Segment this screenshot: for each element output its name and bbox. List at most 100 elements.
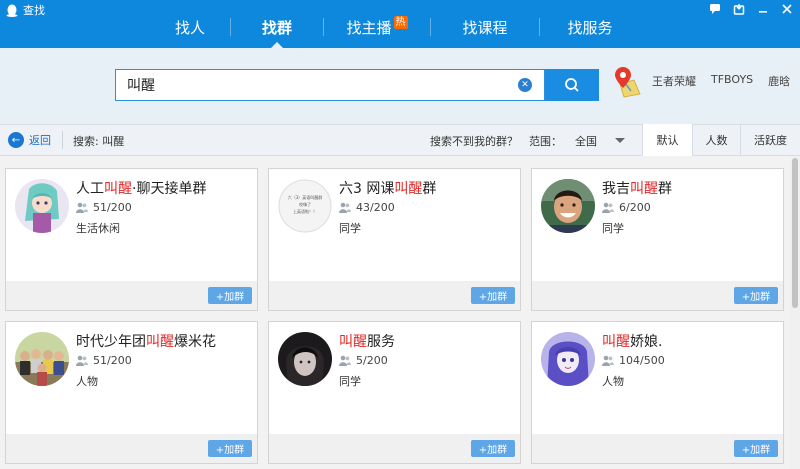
minimize-icon[interactable] [756, 2, 770, 16]
search-icon [565, 78, 579, 92]
tab-find-streamers[interactable]: 找主播 热 [324, 10, 430, 44]
avatar-text: 哎嗨了 [299, 201, 311, 207]
tab-label: 找人 [174, 18, 205, 37]
group-name[interactable]: 时代少年团叫醒爆米花 [76, 331, 216, 351]
range-select[interactable]: 全国 [575, 133, 597, 149]
join-group-button[interactable]: +加群 [471, 440, 515, 457]
sort-tab-activity[interactable]: 活跃度 [740, 124, 800, 156]
qq-penguin-icon [6, 4, 18, 17]
members-icon [76, 355, 88, 366]
group-card[interactable]: 人工叫醒·聊天接单群 51/200 生活休闲 +加群 [5, 168, 258, 311]
join-group-button[interactable]: +加群 [208, 287, 252, 304]
tab-find-courses[interactable]: 找课程 [431, 10, 539, 44]
name-text: 群 [422, 181, 437, 197]
window-controls [708, 2, 794, 16]
group-tag: 同学 [339, 375, 361, 388]
name-text: 服务 [367, 334, 395, 350]
sort-tab-members[interactable]: 人数 [692, 124, 740, 156]
comment-icon[interactable] [708, 2, 722, 16]
hot-badge: 热 [393, 15, 408, 29]
caret-down-icon[interactable] [615, 138, 625, 143]
tab-find-services[interactable]: 找服务 [540, 10, 640, 44]
group-avatar [541, 332, 595, 386]
location-map-icon[interactable] [613, 66, 641, 98]
member-count: 5/200 [339, 354, 388, 367]
results-grid: 人工叫醒·聊天接单群 51/200 生活休闲 +加群 六（3）英语叫醒群 哎嗨了… [0, 156, 800, 469]
member-count: 104/500 [602, 354, 665, 367]
join-group-button[interactable]: +加群 [208, 440, 252, 457]
join-group-button[interactable]: +加群 [734, 440, 778, 457]
hot-word-link[interactable]: 鹿晗 [768, 73, 790, 89]
tab-find-groups[interactable]: 找群 [231, 10, 323, 48]
member-count-text: 43/200 [356, 201, 395, 214]
group-tag: 生活休闲 [76, 222, 120, 235]
search-input[interactable] [127, 77, 507, 93]
group-tag: 同学 [602, 222, 624, 235]
name-text: 六3 网课 [339, 181, 395, 197]
back-button[interactable]: ← 返回 [8, 132, 51, 148]
name-text: 群 [658, 181, 672, 197]
name-highlight: 叫醒 [339, 334, 367, 350]
name-highlight: 叫醒 [104, 181, 132, 197]
group-tag: 人物 [602, 375, 624, 388]
search-box: ✕ [115, 69, 545, 101]
group-name[interactable]: 叫醒服务 [339, 331, 395, 351]
group-tag: 人物 [76, 375, 98, 388]
divider [62, 131, 63, 149]
search-summary: 搜索: 叫醒 [73, 133, 124, 149]
scrollbar[interactable] [790, 156, 800, 469]
avatar-text: 上英语啦！！ [293, 208, 317, 214]
tab-find-people[interactable]: 找人 [150, 10, 230, 44]
group-card[interactable]: 叫醒娇娘. 104/500 人物 +加群 [531, 321, 784, 464]
group-avatar [278, 332, 332, 386]
member-count-text: 104/500 [619, 354, 665, 367]
tab-label: 找群 [261, 18, 292, 37]
back-label: 返回 [29, 134, 51, 147]
group-name[interactable]: 我吉叫醒群 [602, 178, 672, 198]
name-text: 时代少年团 [76, 334, 146, 350]
group-avatar [15, 179, 69, 233]
search-tabs: 找人 找群 找主播 热 找课程 找服务 [150, 10, 640, 48]
name-text: 爆米花 [174, 334, 216, 350]
range-label: 范围： [529, 135, 562, 148]
clear-icon[interactable]: ✕ [518, 78, 532, 92]
members-icon [602, 355, 614, 366]
group-name[interactable]: 叫醒娇娘. [602, 331, 662, 351]
group-card[interactable]: 叫醒服务 5/200 同学 +加群 [268, 321, 521, 464]
member-count: 51/200 [76, 201, 132, 214]
hot-search-words: 王者荣耀 TFBOYS 鹿晗 [652, 73, 790, 89]
restore-icon[interactable] [732, 2, 746, 16]
name-highlight: 叫醒 [394, 181, 423, 197]
member-count-text: 51/200 [93, 354, 132, 367]
name-highlight: 叫醒 [630, 181, 658, 197]
name-text: ·聊天接单群 [132, 181, 207, 197]
group-avatar [541, 179, 595, 233]
members-icon [339, 202, 351, 213]
group-name[interactable]: 人工叫醒·聊天接单群 [76, 178, 206, 198]
close-icon[interactable] [780, 2, 794, 16]
tab-label: 找主播 [346, 18, 392, 37]
sort-tab-default[interactable]: 默认 [642, 124, 692, 156]
search-button[interactable] [545, 69, 599, 101]
hot-word-link[interactable]: TFBOYS [711, 73, 753, 89]
top-bar: 查找 找人 找群 找主播 热 找课程 找服务 [0, 0, 800, 48]
member-count: 43/200 [339, 201, 395, 214]
group-avatar [15, 332, 69, 386]
not-found-link[interactable]: 搜索不到我的群？ [430, 133, 518, 149]
scrollbar-thumb[interactable] [792, 158, 798, 308]
tab-label: 找服务 [567, 18, 613, 37]
avatar-text: 六（3）英语叫醒群 [288, 194, 323, 200]
group-card[interactable]: 我吉叫醒群 6/200 同学 +加群 [531, 168, 784, 311]
name-highlight: 叫醒 [602, 334, 630, 350]
group-card[interactable]: 时代少年团叫醒爆米花 51/200 人物 +加群 [5, 321, 258, 464]
group-avatar: 六（3）英语叫醒群 哎嗨了 上英语啦！！ [278, 179, 332, 233]
name-text: 人工 [76, 181, 104, 197]
group-card[interactable]: 六（3）英语叫醒群 哎嗨了 上英语啦！！ 六3 网课叫醒群 43/200 同学 … [268, 168, 521, 311]
group-name[interactable]: 六3 网课叫醒群 [339, 178, 436, 198]
join-group-button[interactable]: +加群 [471, 287, 515, 304]
search-term: 叫醒 [102, 135, 125, 148]
hot-word-link[interactable]: 王者荣耀 [652, 73, 696, 89]
window-title: 查找 [6, 2, 45, 18]
back-arrow-icon: ← [8, 132, 24, 148]
join-group-button[interactable]: +加群 [734, 287, 778, 304]
